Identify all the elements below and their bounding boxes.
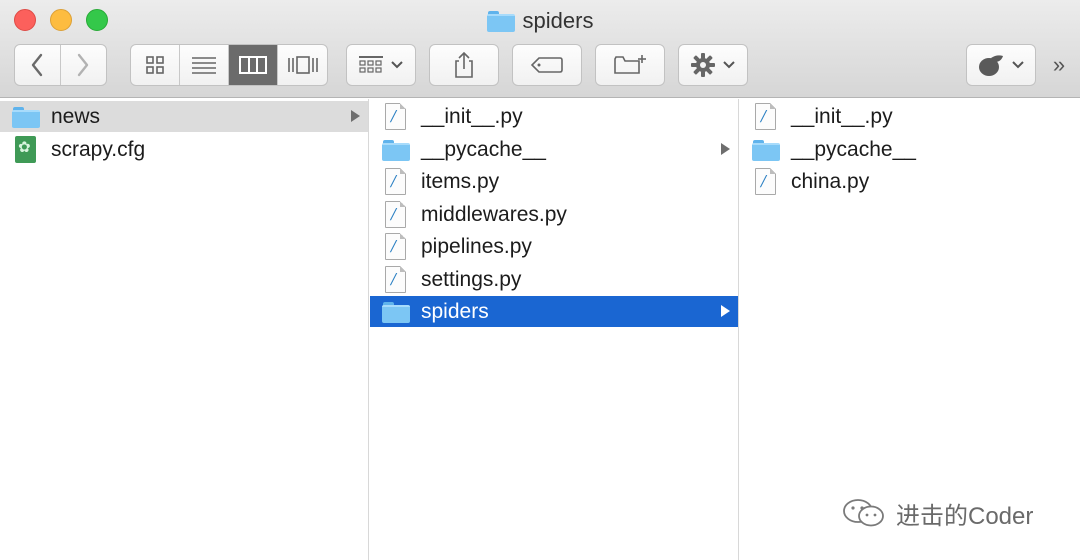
icon-view-button[interactable] [131,45,180,85]
folder-icon [382,298,410,325]
file-row[interactable]: / __init__.py [370,101,738,132]
item-name: __pycache__ [791,137,916,161]
disclosure-arrow-icon [721,305,730,317]
file-row[interactable]: / settings.py [370,264,738,295]
back-button[interactable] [15,45,61,85]
list-view-button[interactable] [180,45,229,85]
python-file-icon: / [382,103,410,130]
column-browser: news ✿ scrapy.cfg / __init__.py __pycache__ /… [0,99,1080,560]
disclosure-arrow-icon [351,110,360,122]
python-file-icon: / [752,168,780,195]
toolbar-overflow-button[interactable]: » [1046,52,1072,78]
watermark-text: 进击的Coder [896,502,1034,530]
file-row[interactable]: / __init__.py [740,101,1080,132]
window-title: spiders [0,7,1080,35]
folder-row[interactable]: __pycache__ [740,134,1080,165]
arrange-button[interactable] [346,44,416,86]
python-file-icon: / [382,265,410,293]
column-3[interactable]: / __init__.py __pycache__ / china.py [740,99,1080,560]
forward-button[interactable] [61,45,107,85]
item-name: pipelines.py [421,235,532,258]
item-name: settings.py [421,267,522,291]
item-name: middlewares.py [421,202,567,226]
action-menu-button[interactable] [678,44,748,86]
folder-icon [486,10,515,32]
share-button[interactable] [429,44,499,86]
new-folder-icon [614,55,646,74]
item-name: __init__.py [791,105,893,128]
extension-button[interactable] [966,44,1036,86]
file-row[interactable]: / pipelines.py [370,231,738,262]
item-name: scrapy.cfg [51,137,146,161]
python-file-icon: / [382,200,410,228]
file-row[interactable]: / items.py [370,166,738,197]
python-file-icon: / [752,103,780,130]
column-view-icon [239,56,267,74]
cover-flow-button[interactable] [278,45,327,85]
chevron-down-icon [1012,61,1024,69]
item-name: news [51,105,101,128]
column-1[interactable]: news ✿ scrapy.cfg [0,99,369,560]
folder-row[interactable]: __pycache__ [370,134,738,165]
folder-row[interactable]: news [0,101,368,132]
file-row[interactable]: ✿ scrapy.cfg [0,134,368,165]
list-view-icon [192,57,216,74]
item-name: items.py [421,170,500,193]
chevron-right-icon [78,53,89,77]
folder-icon [752,136,780,163]
tag-icon [530,57,563,73]
new-folder-button[interactable] [595,44,665,86]
window-title-text: spiders [522,8,594,33]
folder-icon [12,103,40,130]
file-row[interactable]: / china.py [740,166,1080,197]
item-name: __pycache__ [421,137,546,161]
item-name: __init__.py [421,105,523,128]
file-row[interactable]: / middlewares.py [370,199,738,230]
chevron-down-icon [391,61,403,69]
config-file-icon: ✿ [12,135,40,163]
chevron-down-icon [723,61,735,69]
window-toolbar: spiders » [0,0,1080,98]
disclosure-arrow-icon [721,142,730,155]
acorn-icon [979,55,1003,76]
wechat-icon [843,499,884,527]
column-2[interactable]: / __init__.py __pycache__ / items.py / middlew… [370,99,739,560]
gear-icon [691,53,715,77]
item-name: spiders [421,300,489,323]
icon-view-icon [146,56,164,74]
python-file-icon: / [382,168,410,195]
watermark: 进击的Coder [842,496,1033,530]
folder-row[interactable]: spiders [370,296,738,327]
python-file-icon: / [382,233,410,260]
view-mode-control [130,44,328,86]
tag-button[interactable] [512,44,582,86]
column-view-button[interactable] [229,45,278,85]
chevron-left-icon [32,53,43,77]
cover-flow-icon [287,56,318,74]
share-icon [455,51,473,78]
folder-icon [382,136,410,163]
navigation-buttons [14,44,107,86]
arrange-grid-icon [359,56,383,73]
item-name: china.py [791,170,870,193]
